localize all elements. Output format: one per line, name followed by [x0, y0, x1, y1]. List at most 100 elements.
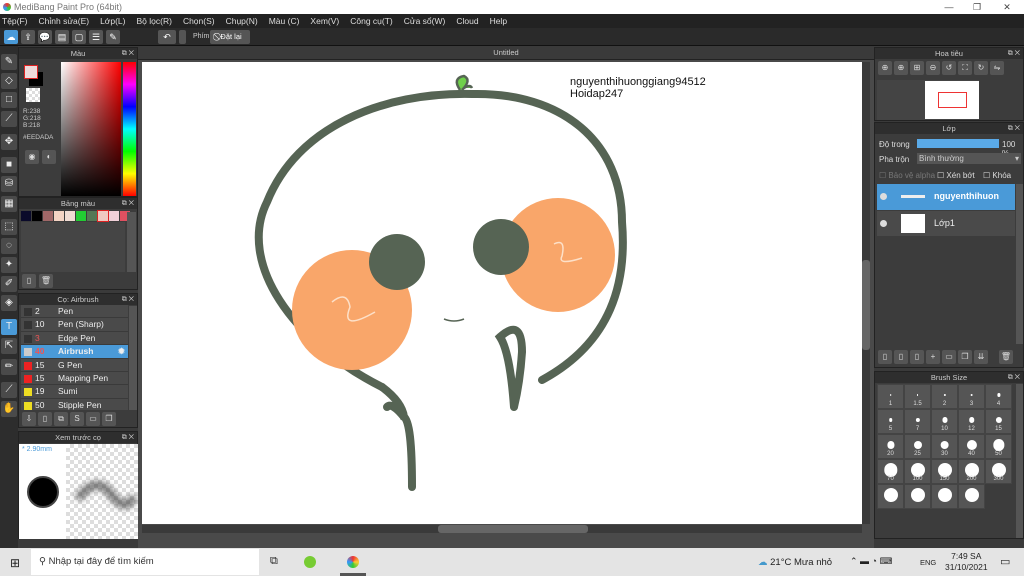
clip-checkbox[interactable]: ☐ Xén bớt: [937, 171, 975, 180]
close-icon[interactable]: ⧉ ✕: [1008, 372, 1020, 383]
text-tool-icon[interactable]: T: [1, 319, 17, 335]
hue-slider[interactable]: [123, 62, 136, 196]
close-icon[interactable]: ⧉ ✕: [122, 48, 134, 59]
palette-swatch[interactable]: [21, 211, 31, 221]
lasso-tool-icon[interactable]: ◌: [1, 238, 17, 254]
comment-icon[interactable]: 💬: [38, 30, 52, 44]
close-icon[interactable]: ⧉ ✕: [122, 198, 134, 209]
operation-tool-icon[interactable]: ⇱: [1, 338, 17, 354]
brush-size-option[interactable]: 300: [985, 459, 1012, 484]
document-tab[interactable]: Untitled: [138, 46, 874, 60]
menu-item[interactable]: Bộ lọc(R): [137, 14, 172, 28]
brush-size-option[interactable]: [958, 484, 985, 509]
brush-item[interactable]: 15 G Pen: [21, 358, 128, 372]
eyedropper-icon[interactable]: ⟋: [1, 382, 17, 398]
cloud-icon[interactable]: ☁: [4, 30, 18, 44]
brush-size-option[interactable]: 2: [931, 384, 958, 409]
brush-size-option[interactable]: 25: [904, 434, 931, 459]
blend-mode-select[interactable]: Bình thường ▾: [917, 153, 1021, 164]
menu-item[interactable]: Tệp(F): [2, 14, 28, 28]
brush-item[interactable]: 40 Airbrush ✹: [21, 345, 128, 359]
brush-size-option[interactable]: [904, 484, 931, 509]
foreground-color-swatch[interactable]: [24, 65, 38, 79]
note-icon[interactable]: ▤: [55, 30, 69, 44]
list-icon[interactable]: ☰: [89, 30, 103, 44]
brush-size-option[interactable]: 5: [877, 409, 904, 434]
color-wheel-icon[interactable]: ◉: [25, 150, 39, 164]
delete-palette-icon[interactable]: 🗑: [39, 274, 53, 288]
palette-swatch[interactable]: [54, 211, 64, 221]
new-brush-icon[interactable]: ▯: [38, 412, 52, 426]
brush-size-scrollbar[interactable]: [1016, 384, 1023, 538]
brush-item[interactable]: 3 Edge Pen: [21, 331, 128, 346]
palette-swatch[interactable]: [76, 211, 86, 221]
brush-size-option[interactable]: [931, 484, 958, 509]
fit-screen-icon[interactable]: ⛶: [958, 61, 972, 75]
lock-checkbox[interactable]: ☐ Khóa: [983, 171, 1011, 180]
rectangle-tool-icon[interactable]: □: [1, 92, 17, 108]
delete-layer-icon[interactable]: 🗑: [999, 350, 1013, 364]
brush-size-option[interactable]: 70: [877, 459, 904, 484]
divide-tool-icon[interactable]: ✏: [1, 359, 17, 375]
drawing-canvas[interactable]: nguyenthihuonggiang94512 Hoidap247: [142, 62, 862, 524]
rotate-right-icon[interactable]: ↻: [974, 61, 988, 75]
vertical-scrollbar[interactable]: [862, 62, 870, 524]
brush-size-option[interactable]: 12: [958, 409, 985, 434]
gradient-tool-icon[interactable]: ▦: [1, 196, 17, 212]
brush-size-option[interactable]: 200: [958, 459, 985, 484]
windows-start-icon[interactable]: ⊞: [10, 556, 20, 570]
undo-dropdown[interactable]: [179, 30, 186, 44]
visibility-icon[interactable]: [880, 220, 887, 227]
search-input[interactable]: ⚲ Nhập tại đây để tìm kiếm: [31, 549, 259, 575]
minimize-button[interactable]: —: [934, 0, 964, 14]
close-icon[interactable]: ⧉ ✕: [1008, 48, 1020, 59]
palette-swatch[interactable]: [65, 211, 75, 221]
tray-icons[interactable]: ⌃ ▬ ◔ ⌨: [850, 556, 892, 567]
brush-size-option[interactable]: 1.5: [904, 384, 931, 409]
opacity-slider[interactable]: [917, 139, 999, 148]
transparent-color-swatch[interactable]: [26, 88, 40, 102]
fit-icon[interactable]: ⊞: [910, 61, 924, 75]
menu-item[interactable]: Help: [490, 14, 507, 28]
brush-size-option[interactable]: 1: [877, 384, 904, 409]
menu-item[interactable]: Lớp(L): [100, 14, 125, 28]
flip-icon[interactable]: ⇋: [990, 61, 1004, 75]
task-view-icon[interactable]: ⧉: [270, 555, 278, 568]
edit-icon[interactable]: ✎: [106, 30, 120, 44]
bucket-tool-icon[interactable]: ⛁: [1, 176, 17, 192]
eraser-tool-icon[interactable]: ◇: [1, 73, 17, 89]
brush-size-option[interactable]: 7: [904, 409, 931, 434]
brush-script-icon[interactable]: S: [70, 412, 84, 426]
settings-icon[interactable]: ✹: [118, 345, 125, 358]
language-indicator[interactable]: ENG: [920, 558, 936, 567]
close-icon[interactable]: ⧉ ✕: [122, 432, 134, 443]
brush-size-option[interactable]: 50: [985, 434, 1012, 459]
select-pen-icon[interactable]: ✐: [1, 276, 17, 292]
line-tool-icon[interactable]: ⟋: [1, 111, 17, 127]
select-tool-icon[interactable]: ⬚: [1, 219, 17, 235]
notification-icon[interactable]: ▭: [1000, 555, 1010, 568]
select-eraser-icon[interactable]: ◈: [1, 295, 17, 311]
brush-size-option[interactable]: 20: [877, 434, 904, 459]
brush-copy-icon[interactable]: ⧉: [54, 412, 68, 426]
medibang-taskbar-icon[interactable]: [347, 556, 359, 568]
close-icon[interactable]: ⧉ ✕: [1008, 123, 1020, 134]
brush-size-option[interactable]: 4: [985, 384, 1012, 409]
brush-item[interactable]: 15 Mapping Pen: [21, 371, 128, 386]
brush-size-option[interactable]: 3: [958, 384, 985, 409]
weather-widget[interactable]: ☁ 21°C Mưa nhỏ: [758, 557, 832, 568]
zoom-in-icon[interactable]: ⊕: [878, 61, 892, 75]
menu-item[interactable]: Màu (C): [269, 14, 300, 28]
brush-tool-icon[interactable]: ✎: [1, 54, 17, 70]
brush-item[interactable]: 19 Sumi: [21, 385, 128, 399]
page-icon[interactable]: ▢: [72, 30, 86, 44]
palette-swatch[interactable]: [97, 210, 109, 222]
new-8bit-layer-icon[interactable]: ▯: [910, 350, 924, 364]
palette-swatch[interactable]: [109, 211, 119, 221]
duplicate-layer-icon[interactable]: ❐: [958, 350, 972, 364]
brush-duplicate-icon[interactable]: ❐: [102, 412, 116, 426]
brush-size-option[interactable]: 10: [931, 409, 958, 434]
brush-item[interactable]: 10 Pen (Sharp): [21, 318, 128, 332]
clock[interactable]: 7:49 SA 31/10/2021: [945, 551, 988, 573]
brush-scrollbar[interactable]: [129, 306, 137, 410]
